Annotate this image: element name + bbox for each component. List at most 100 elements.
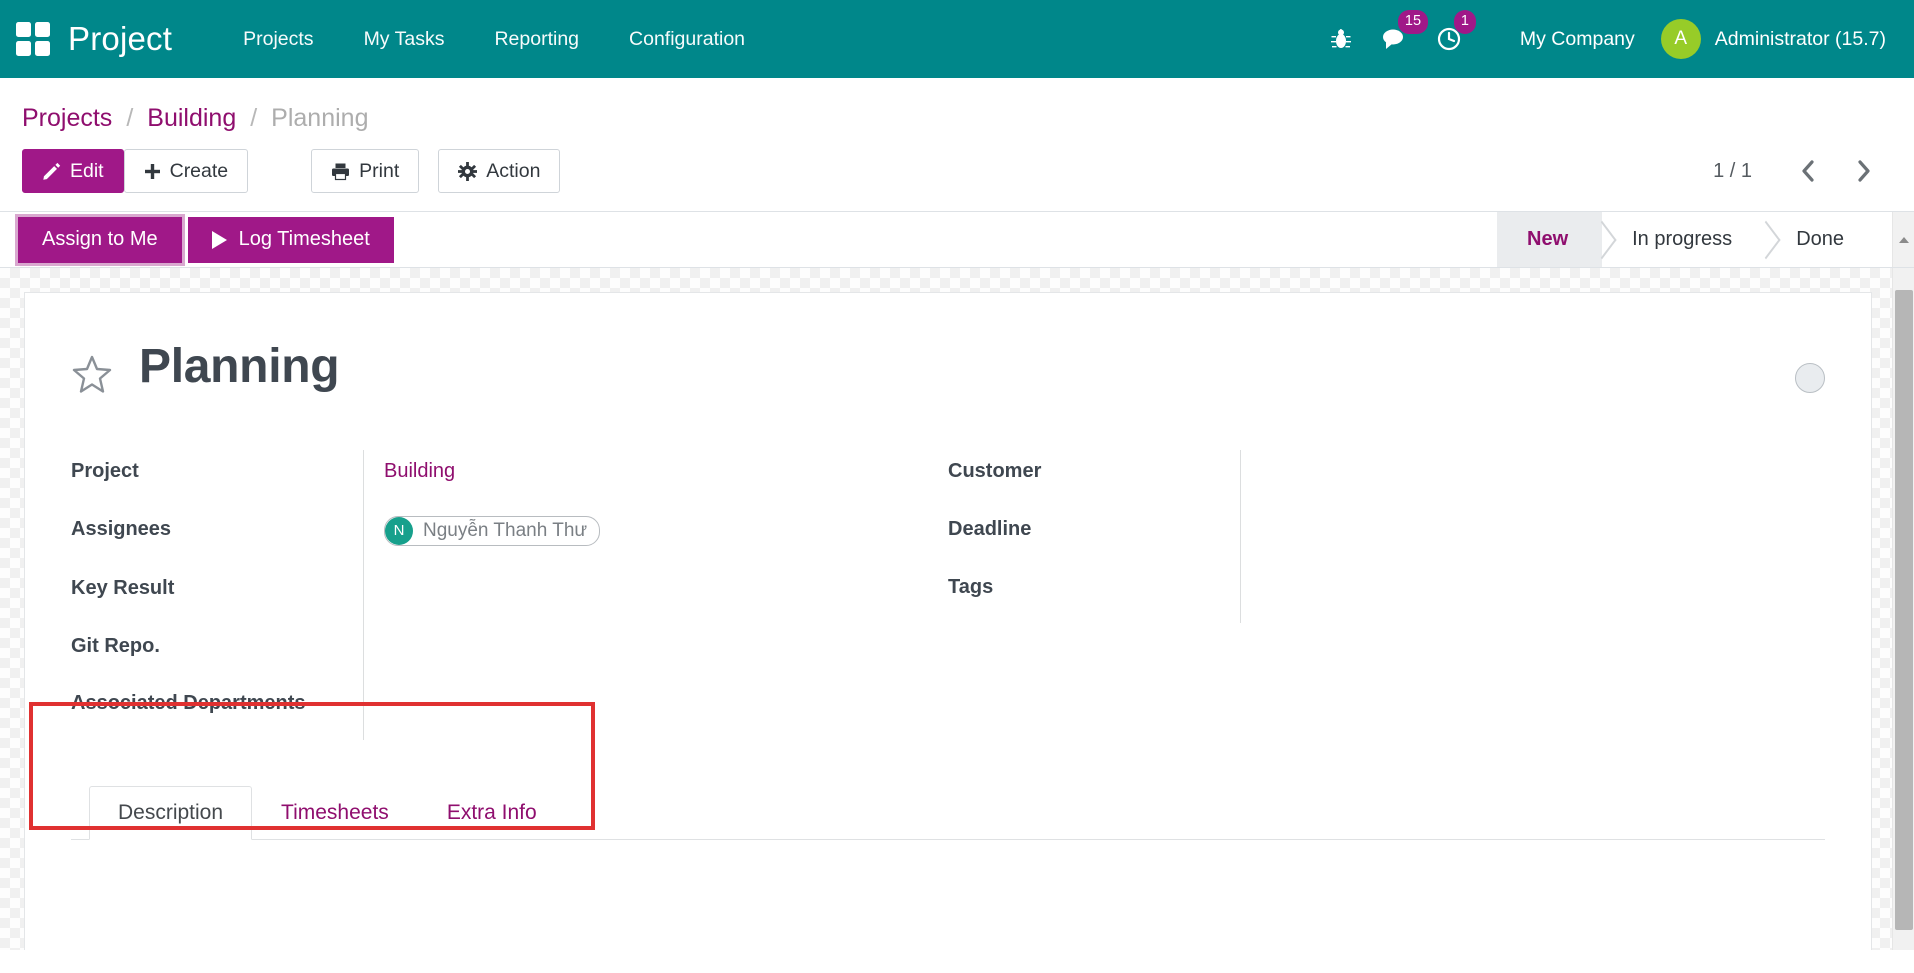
field-label-project: Project — [71, 450, 363, 508]
action-button-label: Action — [486, 159, 540, 183]
avatar: A — [1661, 19, 1701, 59]
plus-icon — [144, 163, 161, 180]
page-title: Planning — [139, 341, 339, 394]
menu-item-my-tasks[interactable]: My Tasks — [339, 28, 470, 51]
tab-timesheets[interactable]: Timesheets — [252, 786, 418, 840]
field-row-deadline: Deadline — [948, 508, 1825, 566]
apps-grid-icon[interactable] — [14, 20, 52, 58]
field-row-git-repo: Git Repo. — [71, 625, 948, 683]
chevron-left-icon — [1798, 158, 1818, 184]
field-value-deadline[interactable] — [1240, 508, 1825, 566]
record-title-row: Planning — [71, 333, 1825, 400]
printer-icon — [331, 162, 350, 181]
statusbar-action-buttons: Assign to Me Log Timesheet — [18, 212, 394, 267]
navbar-systray: 15 1 My Company A Administrator (15.7) — [1316, 0, 1914, 78]
scrollbar-up-button[interactable] — [1892, 212, 1914, 267]
create-button-label: Create — [170, 159, 229, 183]
assign-to-me-button[interactable]: Assign to Me — [18, 217, 182, 263]
field-value-customer[interactable] — [1240, 450, 1825, 508]
form-group-left-table: Project Building Assignees N Nguyễn Than… — [71, 450, 948, 739]
log-timesheet-button[interactable]: Log Timesheet — [188, 217, 394, 263]
scrollbar-thumb[interactable] — [1895, 290, 1913, 930]
field-value-git-repo[interactable] — [363, 625, 948, 683]
field-label-customer: Customer — [948, 450, 1240, 508]
breadcrumb: Projects / Building / Planning — [22, 78, 1892, 133]
activities-menu-button[interactable]: 1 — [1422, 0, 1476, 78]
action-button[interactable]: Action — [438, 149, 560, 193]
field-row-tags: Tags — [948, 566, 1825, 624]
apps-grid-square — [35, 22, 50, 37]
stage-done[interactable]: Done — [1766, 212, 1878, 267]
field-row-associated-departments: Associated Departments — [71, 682, 948, 740]
bug-icon — [1330, 27, 1352, 51]
star-outline-icon[interactable] — [71, 353, 113, 400]
control-panel: Projects / Building / Planning Edit Crea… — [0, 78, 1914, 212]
pencil-icon — [42, 162, 61, 181]
vertical-scrollbar[interactable] — [1892, 268, 1914, 950]
edit-button[interactable]: Edit — [22, 149, 124, 193]
play-icon — [212, 231, 227, 249]
apps-grid-square — [16, 22, 31, 37]
record-pager: 1 / 1 — [1713, 156, 1892, 186]
field-value-assignees: N Nguyễn Thanh Thư — [363, 508, 948, 567]
menu-item-reporting[interactable]: Reporting — [469, 28, 604, 51]
assignee-name-label: Nguyễn Thanh Thư — [423, 517, 587, 545]
chevron-right-icon — [1854, 158, 1874, 184]
field-label-tags: Tags — [948, 566, 1240, 624]
print-button[interactable]: Print — [311, 149, 419, 193]
breadcrumb-separator: / — [250, 104, 257, 133]
stage-pipeline: New In progress Done — [1497, 212, 1914, 267]
pager-next-button[interactable] — [1836, 156, 1892, 186]
stage-in-progress[interactable]: In progress — [1602, 212, 1766, 267]
field-label-key-result: Key Result — [71, 567, 363, 625]
form-group-right: Customer Deadline Tags — [948, 450, 1825, 739]
control-panel-buttons: Edit Create Print — [22, 133, 1892, 211]
breadcrumb-separator: / — [126, 104, 133, 133]
company-switcher[interactable]: My Company — [1520, 28, 1635, 51]
notebook-tabs: Description Timesheets Extra Info — [71, 786, 1825, 840]
field-row-customer: Customer — [948, 450, 1825, 508]
form-group-left: Project Building Assignees N Nguyễn Than… — [71, 450, 948, 739]
breadcrumb-item-building[interactable]: Building — [147, 104, 236, 133]
field-row-key-result: Key Result — [71, 567, 948, 625]
messages-menu-button[interactable]: 15 — [1366, 0, 1422, 78]
log-timesheet-label: Log Timesheet — [239, 228, 370, 251]
tab-description[interactable]: Description — [89, 786, 252, 840]
breadcrumb-item-projects[interactable]: Projects — [22, 104, 112, 133]
main-menu: Projects My Tasks Reporting Configuratio… — [218, 28, 770, 51]
field-label-git-repo: Git Repo. — [71, 625, 363, 683]
apps-grid-square — [16, 41, 31, 56]
project-link[interactable]: Building — [384, 460, 455, 482]
form-content-area: Planning Project Building Assignees — [0, 268, 1914, 950]
pager-previous-button[interactable] — [1780, 156, 1836, 186]
field-row-project: Project Building — [71, 450, 948, 508]
menu-item-configuration[interactable]: Configuration — [604, 28, 770, 51]
menu-item-projects[interactable]: Projects — [218, 28, 338, 51]
print-button-label: Print — [359, 159, 399, 183]
user-menu-button[interactable]: A Administrator (15.7) — [1661, 19, 1892, 59]
activities-count-badge: 1 — [1454, 10, 1476, 34]
field-value-associated-departments[interactable] — [363, 682, 948, 740]
form-sheet: Planning Project Building Assignees — [24, 292, 1872, 950]
stage-new[interactable]: New — [1497, 212, 1602, 267]
field-label-deadline: Deadline — [948, 508, 1240, 566]
apps-grid-square — [35, 41, 50, 56]
assignee-tag[interactable]: N Nguyễn Thanh Thư — [384, 516, 600, 546]
stage-new-label: New — [1527, 228, 1568, 251]
app-brand-title[interactable]: Project — [68, 20, 172, 58]
field-label-associated-departments: Associated Departments — [71, 682, 363, 740]
field-value-project: Building — [363, 450, 948, 508]
assign-to-me-label: Assign to Me — [42, 228, 158, 251]
edit-create-group: Edit Create — [22, 149, 248, 193]
edit-button-label: Edit — [70, 159, 104, 183]
field-value-key-result[interactable] — [363, 567, 948, 625]
create-button[interactable]: Create — [124, 149, 249, 193]
stage-in-progress-label: In progress — [1632, 228, 1732, 251]
tab-extra-info[interactable]: Extra Info — [418, 786, 566, 840]
user-name-label: Administrator (15.7) — [1715, 28, 1886, 51]
statusbar-row: Assign to Me Log Timesheet New In progre… — [0, 212, 1914, 268]
field-value-tags[interactable] — [1240, 566, 1825, 624]
circle-state-icon[interactable] — [1795, 363, 1825, 393]
debug-menu-button[interactable] — [1316, 0, 1366, 78]
pager-count: 1 / 1 — [1713, 160, 1780, 183]
